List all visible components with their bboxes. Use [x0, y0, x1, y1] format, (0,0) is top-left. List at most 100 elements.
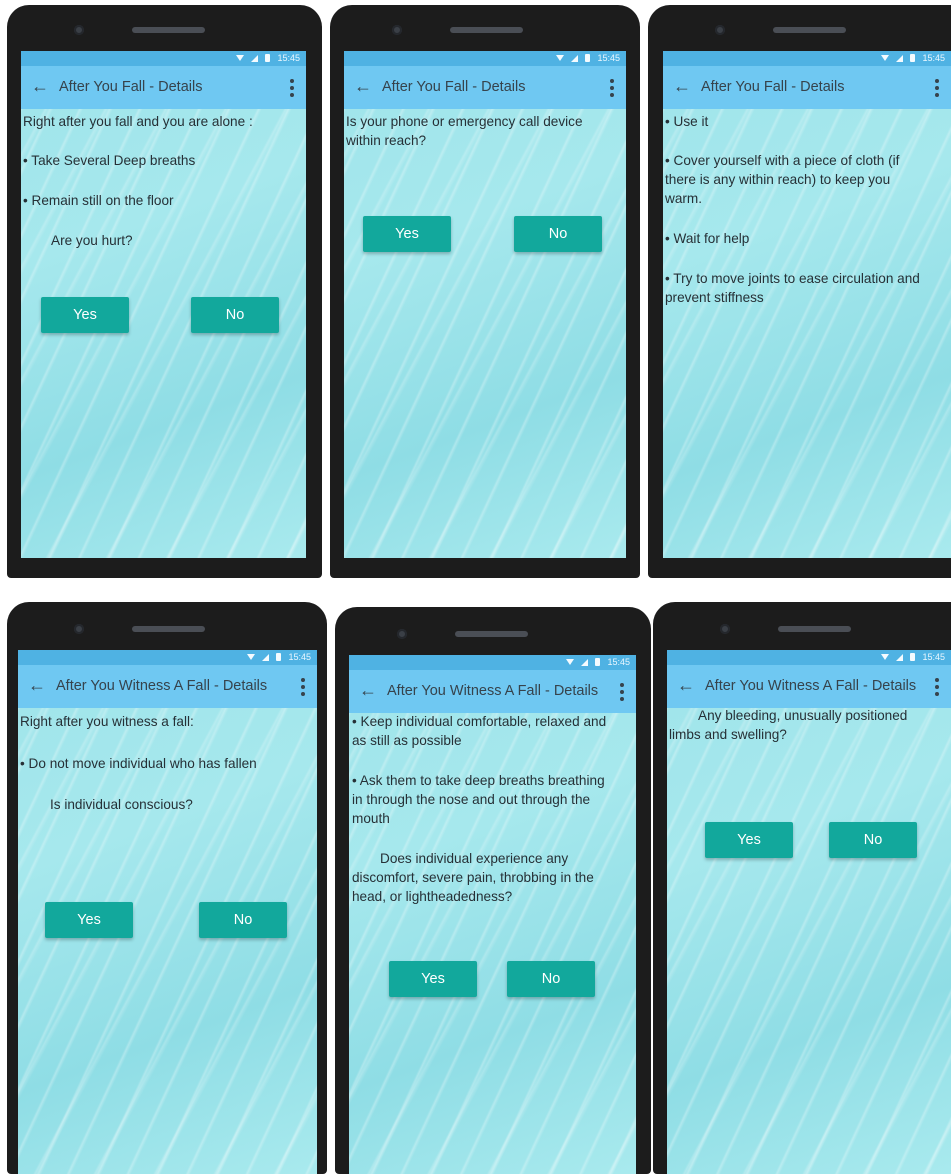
question-text: Are you hurt?	[51, 233, 133, 248]
speaker-grille	[132, 626, 205, 632]
yes-button[interactable]: Yes	[363, 216, 451, 252]
yes-button[interactable]: Yes	[705, 822, 793, 858]
back-arrow-icon[interactable]: ←	[31, 76, 49, 97]
wifi-icon	[881, 654, 890, 660]
instruction-item: • Do not move individual who has fallen	[20, 756, 257, 771]
instruction-item: warm.	[665, 191, 703, 206]
app-bar: ← After You Fall - Details	[344, 66, 626, 109]
overflow-menu-icon[interactable]	[935, 79, 939, 97]
screen-1: 15:45 ← After You Fall - Details Right a…	[21, 51, 306, 558]
instruction-item: • Keep individual comfortable, relaxed a…	[352, 714, 607, 729]
overflow-menu-icon[interactable]	[620, 683, 624, 701]
intro-text: Right after you witness a fall:	[20, 714, 194, 729]
camera-icon	[74, 624, 84, 634]
back-arrow-icon[interactable]: ←	[673, 76, 691, 97]
app-bar: ← After You Fall - Details	[663, 66, 951, 109]
screen-3: 15:45 ← After You Fall - Details • Use i…	[663, 51, 951, 558]
overflow-menu-icon[interactable]	[290, 79, 294, 97]
question-text: discomfort, severe pain, throbbing in th…	[352, 870, 594, 885]
status-bar: 15:45	[667, 650, 951, 665]
app-bar: ← After You Witness A Fall - Details	[18, 665, 317, 708]
phone-3: 15:45 ← After You Fall - Details • Use i…	[648, 5, 951, 578]
intro-text: Right after you fall and you are alone :	[23, 114, 253, 129]
signal-icon	[581, 658, 589, 666]
status-time: 15:45	[607, 657, 630, 667]
instruction-item: • Cover yourself with a piece of cloth (…	[665, 153, 900, 168]
back-arrow-icon[interactable]: ←	[28, 675, 46, 696]
instruction-item: • Use it	[665, 114, 709, 129]
battery-icon	[585, 54, 591, 62]
camera-icon	[715, 25, 725, 35]
instruction-item: • Take Several Deep breaths	[23, 153, 196, 168]
status-bar: 15:45	[18, 650, 317, 665]
wifi-icon	[556, 55, 565, 61]
wifi-icon	[236, 55, 245, 61]
battery-icon	[276, 653, 282, 661]
no-button[interactable]: No	[829, 822, 917, 858]
yes-button[interactable]: Yes	[41, 297, 129, 333]
status-bar: 15:45	[349, 655, 636, 670]
app-bar: ← After You Witness A Fall - Details	[667, 665, 951, 708]
no-button[interactable]: No	[191, 297, 279, 333]
camera-icon	[74, 25, 84, 35]
no-button[interactable]: No	[514, 216, 602, 252]
back-arrow-icon[interactable]: ←	[359, 680, 377, 701]
speaker-grille	[450, 27, 523, 33]
question-text: Is individual conscious?	[50, 797, 193, 812]
no-button[interactable]: No	[199, 902, 287, 938]
screen-4: 15:45 ← After You Witness A Fall - Detai…	[18, 650, 317, 1174]
screen-6: 15:45 ← After You Witness A Fall - Detai…	[667, 650, 951, 1174]
back-arrow-icon[interactable]: ←	[677, 675, 695, 696]
back-arrow-icon[interactable]: ←	[354, 76, 372, 97]
screen-2: 15:45 ← After You Fall - Details Is your…	[344, 51, 626, 558]
instruction-item: mouth	[352, 811, 390, 826]
status-bar: 15:45	[344, 51, 626, 66]
phone-5: 15:45 ← After You Witness A Fall - Detai…	[335, 607, 651, 1174]
battery-icon	[910, 653, 916, 661]
page-title: After You Fall - Details	[382, 79, 526, 95]
question-text: head, or lightheadedness?	[352, 889, 513, 904]
status-time: 15:45	[922, 652, 945, 662]
question-text: Any bleeding, unusually positioned	[698, 708, 908, 723]
status-time: 15:45	[277, 53, 300, 63]
instruction-item: as still as possible	[352, 733, 462, 748]
status-bar: 15:45	[21, 51, 306, 66]
app-bar: ← After You Fall - Details	[21, 66, 306, 109]
instruction-item: there is any within reach) to keep you	[665, 172, 891, 187]
wifi-icon	[566, 659, 575, 665]
page-title: After You Witness A Fall - Details	[705, 678, 917, 694]
speaker-grille	[455, 631, 528, 637]
signal-icon	[896, 54, 904, 62]
battery-icon	[595, 658, 601, 666]
question-text: Does individual experience any	[380, 851, 569, 866]
signal-icon	[896, 653, 904, 661]
question-text: within reach?	[346, 133, 427, 148]
page-title: After You Fall - Details	[59, 79, 203, 95]
status-time: 15:45	[597, 53, 620, 63]
overflow-menu-icon[interactable]	[301, 678, 305, 696]
instruction-item: • Wait for help	[665, 231, 750, 246]
speaker-grille	[778, 626, 851, 632]
phone-2: 15:45 ← After You Fall - Details Is your…	[330, 5, 640, 578]
yes-button[interactable]: Yes	[389, 961, 477, 997]
page-title: After You Fall - Details	[701, 79, 845, 95]
phone-4: 15:45 ← After You Witness A Fall - Detai…	[7, 602, 327, 1174]
instruction-item: prevent stiffness	[665, 290, 764, 305]
signal-icon	[262, 653, 270, 661]
no-button[interactable]: No	[507, 961, 595, 997]
camera-icon	[397, 629, 407, 639]
question-text: limbs and swelling?	[669, 727, 787, 742]
yes-button[interactable]: Yes	[45, 902, 133, 938]
signal-icon	[251, 54, 259, 62]
camera-icon	[720, 624, 730, 634]
status-time: 15:45	[922, 53, 945, 63]
instruction-item: in through the nose and out through the	[352, 792, 591, 807]
overflow-menu-icon[interactable]	[935, 678, 939, 696]
status-time: 15:45	[288, 652, 311, 662]
instruction-item: • Ask them to take deep breaths breathin…	[352, 773, 605, 788]
battery-icon	[910, 54, 916, 62]
overflow-menu-icon[interactable]	[610, 79, 614, 97]
app-bar: ← After You Witness A Fall - Details	[349, 670, 636, 713]
signal-icon	[571, 54, 579, 62]
speaker-grille	[773, 27, 846, 33]
